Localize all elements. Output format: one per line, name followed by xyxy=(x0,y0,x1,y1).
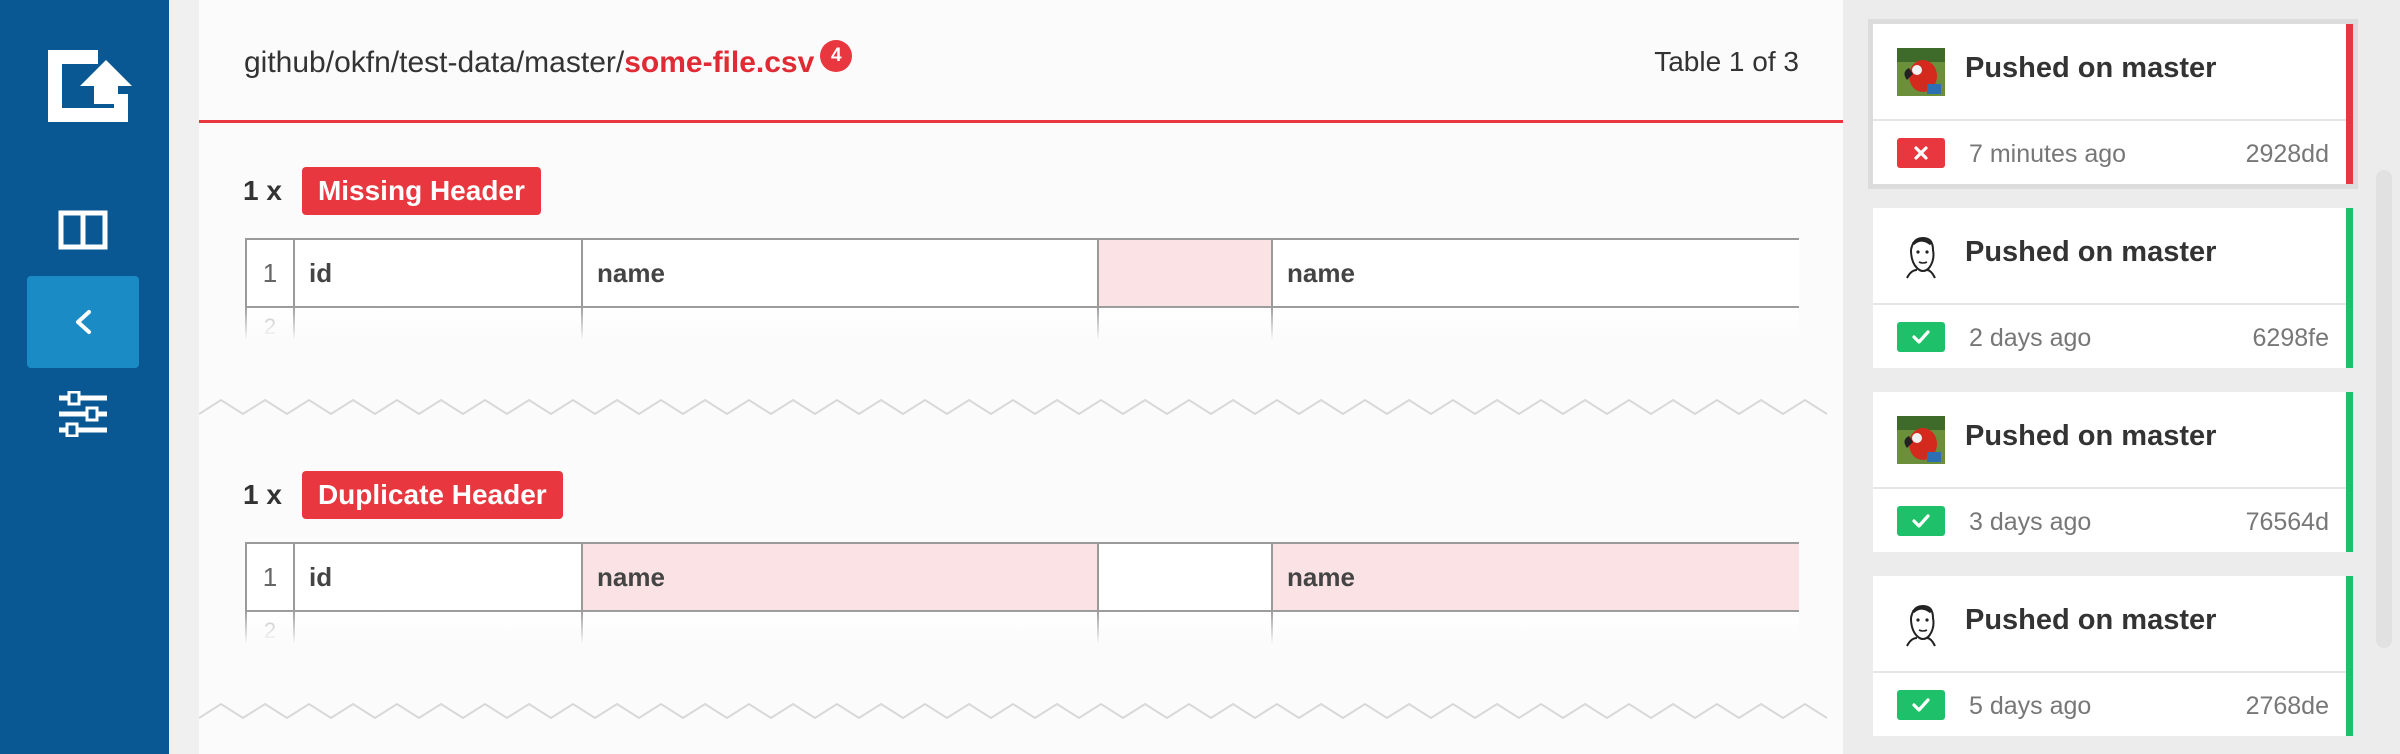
table-counter: Table 1 of 3 xyxy=(1654,46,1799,77)
error-cell: name xyxy=(581,542,1099,612)
commit-history-panel: Pushed on master 7 minutes ago 2928dd Pu… xyxy=(1843,0,2400,754)
filename-link[interactable]: some-file.csv xyxy=(624,46,814,79)
sidebar xyxy=(0,0,169,754)
commit-hash[interactable]: 76564d xyxy=(2246,508,2329,537)
sketch-avatar xyxy=(1897,232,1945,280)
section-divider xyxy=(199,702,1828,720)
file-path: github/okfn/test-data/master/some-file.c… xyxy=(244,40,853,80)
sketch-avatar xyxy=(1897,600,1945,648)
table-cell: name xyxy=(581,238,1099,308)
success-status-icon xyxy=(1897,322,1945,352)
path-prefix: github/okfn/test-data/master/ xyxy=(244,46,625,79)
report-panel: github/okfn/test-data/master/some-file.c… xyxy=(199,0,1843,754)
row-number: 1 xyxy=(245,238,295,308)
collapse-sidebar-button[interactable] xyxy=(27,276,139,368)
commit-hash[interactable]: 2928dd xyxy=(2246,140,2329,169)
table-cell xyxy=(1097,542,1273,612)
commit-hash[interactable]: 2768de xyxy=(2246,692,2329,721)
error-preview-table: 1 id name name 2 xyxy=(245,542,1799,644)
error-count-badge: 4 xyxy=(820,40,853,72)
report-header: github/okfn/test-data/master/some-file.c… xyxy=(199,0,1843,123)
parrot-avatar xyxy=(1897,416,1945,464)
error-preview-table: 1 id name name 2 xyxy=(245,238,1799,340)
commit-time: 7 minutes ago xyxy=(1969,140,2127,168)
parrot-avatar xyxy=(1897,48,1945,96)
chevron-left-icon xyxy=(76,310,91,334)
failed-status-icon xyxy=(1897,138,1945,168)
table-cell: id xyxy=(293,238,583,308)
commit-card[interactable]: Pushed on master 5 days ago 2768de xyxy=(1873,576,2353,736)
sliders-icon[interactable] xyxy=(27,368,139,460)
error-group: 1 x Missing Header 1 id name name 2 xyxy=(243,167,1799,340)
row-number: 1 xyxy=(245,542,295,612)
error-group: 1 x Duplicate Header 1 id name name 2 xyxy=(243,471,1799,644)
table-cell: id xyxy=(293,542,583,612)
table-cell: name xyxy=(1271,238,1799,308)
commit-time: 5 days ago xyxy=(1969,692,2092,720)
scrollbar[interactable] xyxy=(2376,170,2392,648)
error-cell: name xyxy=(1271,542,1799,612)
commit-title: Pushed on master xyxy=(1965,236,2217,268)
commit-title: Pushed on master xyxy=(1965,52,2217,84)
logo-icon[interactable] xyxy=(44,46,136,126)
columns-icon[interactable] xyxy=(27,184,139,276)
success-status-icon xyxy=(1897,506,1945,536)
commit-card[interactable]: Pushed on master 2 days ago 6298fe xyxy=(1873,208,2353,368)
error-type-label[interactable]: Duplicate Header xyxy=(301,471,563,519)
commit-card[interactable]: Pushed on master 3 days ago 76564d xyxy=(1873,392,2353,552)
commit-card[interactable]: Pushed on master 7 minutes ago 2928dd xyxy=(1873,24,2353,184)
section-divider xyxy=(199,398,1828,416)
commit-title: Pushed on master xyxy=(1965,604,2217,636)
success-status-icon xyxy=(1897,690,1945,720)
commit-hash[interactable]: 6298fe xyxy=(2253,324,2329,353)
error-cell xyxy=(1097,238,1273,308)
commit-time: 2 days ago xyxy=(1969,324,2092,352)
error-occurrence-count: 1 x xyxy=(243,479,282,510)
commit-title: Pushed on master xyxy=(1965,420,2217,452)
error-occurrence-count: 1 x xyxy=(243,175,282,206)
table-row: 1 id name name xyxy=(245,542,1799,612)
error-type-label[interactable]: Missing Header xyxy=(301,167,541,215)
table-row: 1 id name name xyxy=(245,238,1799,308)
commit-time: 3 days ago xyxy=(1969,508,2092,536)
